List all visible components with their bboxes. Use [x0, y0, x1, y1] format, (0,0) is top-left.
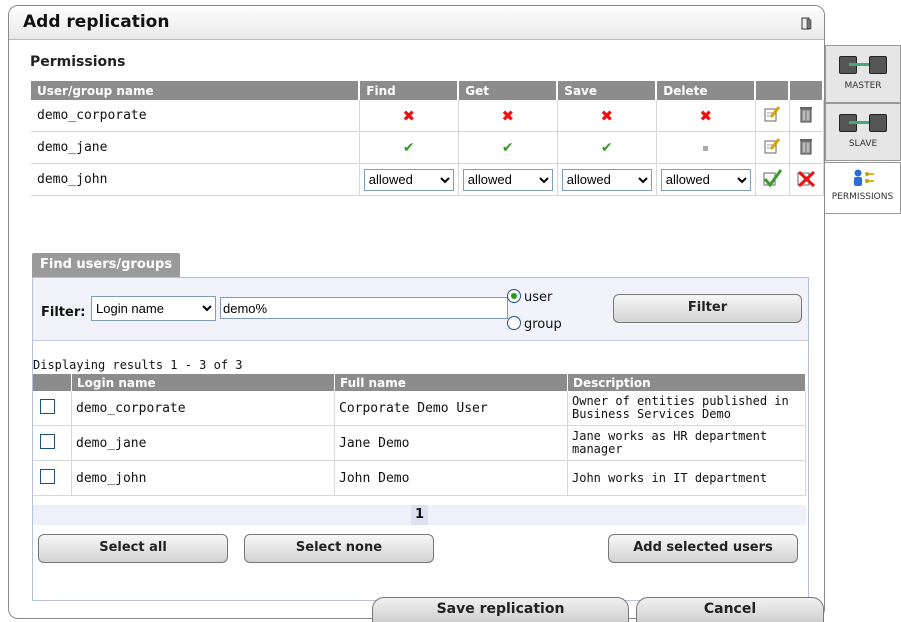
result-full-name: John Demo	[334, 460, 568, 496]
network-computers-icon	[835, 110, 891, 136]
save-replication-button[interactable]: Save replication	[372, 597, 629, 622]
permissions-table: User/group name Find Get Save Delete dem…	[31, 81, 824, 196]
results-header-row: Login name Full name Description	[33, 374, 806, 391]
col-find: Find	[359, 81, 460, 100]
network-computers-icon	[835, 52, 891, 78]
permission-row: demo_jane ✔ ✔ ✔	[31, 131, 824, 164]
col-description: Description	[567, 374, 806, 391]
trash-icon[interactable]	[798, 105, 814, 123]
row-checkbox[interactable]	[40, 433, 55, 449]
select-none-button[interactable]: Select none	[244, 534, 434, 563]
delete-permission-select[interactable]: allowed	[660, 168, 751, 191]
col-remove	[789, 81, 824, 100]
deny-icon: ✖	[600, 106, 614, 125]
filter-field-select[interactable]: Login name	[91, 296, 216, 321]
result-description: Jane works as HR department manager	[567, 425, 806, 461]
pager: 1	[33, 505, 806, 525]
col-user-group-name: User/group name	[31, 81, 361, 100]
result-description: Owner of entities published in Business …	[567, 391, 806, 426]
users-keys-icon	[853, 169, 874, 186]
page-link[interactable]: 1	[410, 505, 429, 525]
results-table: Login name Full name Description demo_co…	[33, 374, 806, 496]
col-full-name: Full name	[334, 374, 568, 391]
dialog-title: Add replication	[23, 12, 170, 32]
result-login: demo_corporate	[71, 391, 335, 426]
find-users-groups-tab: Find users/groups	[32, 253, 181, 277]
radio-group[interactable]: group	[507, 316, 562, 332]
col-save: Save	[557, 81, 658, 100]
result-row: demo_corporate Corporate Demo User Owner…	[33, 391, 806, 426]
side-tab-label: MASTER	[844, 81, 882, 91]
row-checkbox[interactable]	[40, 468, 55, 484]
filter-button[interactable]: Filter	[613, 294, 802, 323]
allow-check-icon: ✔	[501, 139, 514, 156]
result-row: demo_john John Demo John works in IT dep…	[33, 460, 806, 496]
dialog-panel: Add replication Permissions User/group n…	[8, 5, 825, 619]
results-info: Displaying results 1 - 3 of 3	[33, 358, 243, 372]
allow-check-icon: ✔	[600, 139, 613, 156]
row-checkbox[interactable]	[40, 398, 55, 414]
side-tab-label: SLAVE	[848, 139, 878, 149]
dialog-header: Add replication	[9, 6, 824, 40]
permission-row-editing: demo_john allowed allowed allowed allowe…	[31, 163, 824, 196]
radio-unselected-icon	[507, 316, 521, 330]
col-get: Get	[458, 81, 559, 100]
find-permission-select[interactable]: allowed	[363, 168, 454, 191]
col-select	[33, 374, 72, 391]
add-selected-users-button[interactable]: Add selected users	[608, 534, 798, 563]
result-full-name: Corporate Demo User	[334, 391, 568, 426]
col-login-name: Login name	[71, 374, 335, 391]
permission-row: demo_corporate ✖ ✖ ✖ ✖	[31, 100, 824, 132]
save-permission-select[interactable]: allowed	[561, 168, 652, 191]
exit-door-icon[interactable]	[801, 17, 812, 30]
get-permission-select[interactable]: allowed	[462, 168, 553, 191]
side-tab-label: PERMISSIONS	[831, 192, 894, 202]
edit-icon[interactable]	[763, 137, 781, 155]
radio-selected-icon	[507, 289, 521, 303]
result-full-name: Jane Demo	[334, 425, 568, 461]
permission-user-name: demo_john	[31, 163, 360, 196]
result-login: demo_john	[71, 460, 335, 496]
not-set-icon	[703, 146, 709, 151]
trash-icon[interactable]	[798, 137, 814, 155]
result-description: John works in IT department	[567, 460, 806, 496]
confirm-edit-icon[interactable]	[762, 168, 783, 188]
col-edit	[755, 81, 791, 100]
filter-label: Filter:	[41, 305, 86, 320]
radio-user[interactable]: user	[507, 289, 552, 305]
permissions-header-row: User/group name Find Get Save Delete	[31, 81, 824, 100]
edit-icon[interactable]	[763, 105, 781, 123]
col-delete: Delete	[656, 81, 757, 100]
side-tab-master[interactable]: MASTER	[825, 45, 901, 103]
side-tab-slave[interactable]: SLAVE	[825, 103, 901, 161]
side-tab-permissions[interactable]: PERMISSIONS	[825, 162, 901, 214]
deny-icon: ✖	[699, 106, 713, 125]
deny-icon: ✖	[501, 106, 515, 125]
filter-row: Filter: Login name user group Filter	[33, 278, 808, 341]
permissions-title: Permissions	[30, 54, 126, 70]
select-all-button[interactable]: Select all	[38, 534, 228, 563]
allow-check-icon: ✔	[402, 139, 415, 156]
cancel-button[interactable]: Cancel	[636, 597, 824, 622]
find-users-groups-box: Filter: Login name user group Filter Dis…	[32, 277, 809, 601]
result-login: demo_jane	[71, 425, 335, 461]
filter-input[interactable]	[220, 297, 508, 319]
result-row: demo_jane Jane Demo Jane works as HR dep…	[33, 425, 806, 461]
deny-icon: ✖	[402, 106, 416, 125]
permission-user-name: demo_corporate	[31, 100, 360, 132]
cancel-edit-icon[interactable]	[796, 168, 816, 188]
permission-user-name: demo_jane	[31, 131, 360, 164]
